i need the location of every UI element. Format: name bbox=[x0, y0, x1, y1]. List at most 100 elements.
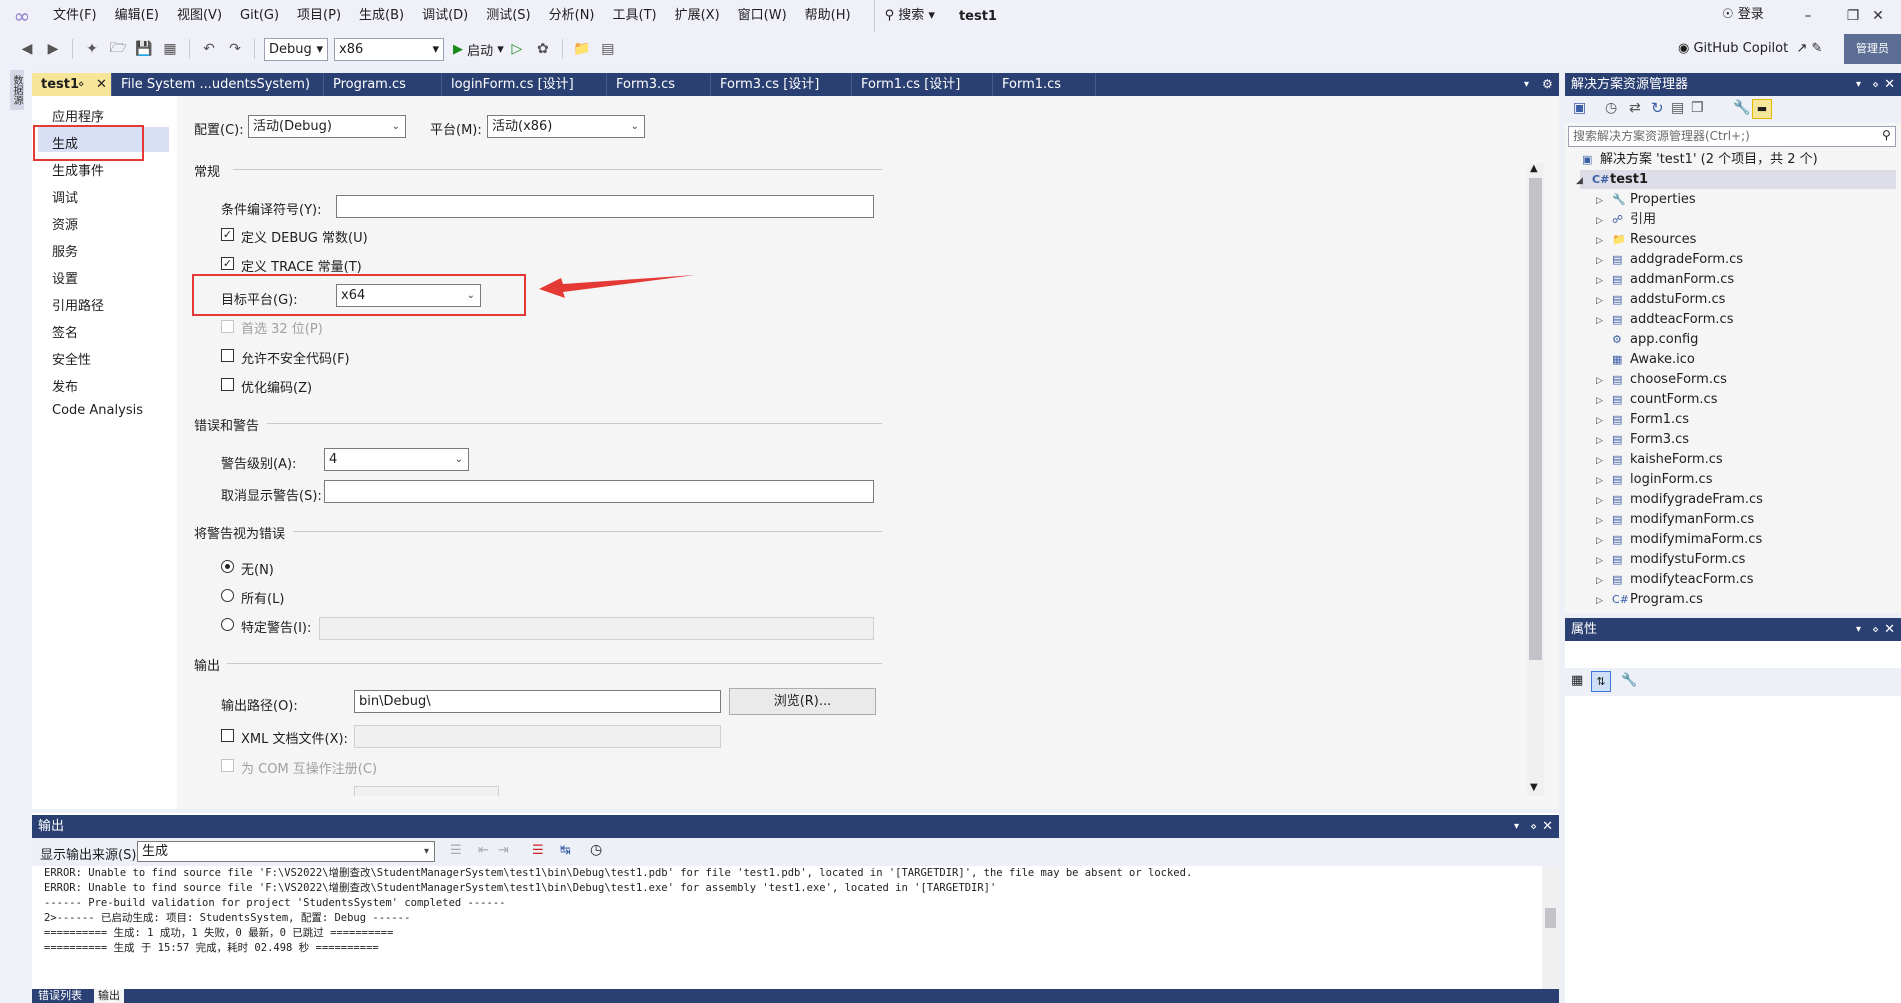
pin-icon[interactable]: ⋄ bbox=[1872, 618, 1879, 641]
nav-publish[interactable]: 发布 bbox=[52, 376, 78, 395]
scroll-down-icon[interactable]: ▼ bbox=[1530, 782, 1538, 793]
sync-icon[interactable]: ⇄ bbox=[1629, 100, 1641, 116]
expand-arrow-icon[interactable]: ▷ bbox=[1596, 591, 1612, 611]
close-icon[interactable]: ✕ bbox=[96, 73, 107, 96]
solution-search-input[interactable]: 搜索解决方案资源管理器(Ctrl+;) bbox=[1568, 126, 1896, 147]
tree-item[interactable]: ▷ ▤ modifygradeFram.cs bbox=[1596, 490, 1763, 510]
nav-resources[interactable]: 资源 bbox=[52, 214, 78, 233]
tree-solution-root[interactable]: ▣ 解决方案 'test1' (2 个项目，共 2 个) bbox=[1582, 150, 1818, 170]
expand-arrow-icon[interactable]: ▷ bbox=[1596, 391, 1612, 411]
menu-analyze[interactable]: 分析(N) bbox=[540, 0, 604, 32]
menu-help[interactable]: 帮助(H) bbox=[796, 0, 860, 32]
menu-edit[interactable]: 编辑(E) bbox=[106, 0, 168, 32]
tree-item[interactable]: ▷ ▤ addteacForm.cs bbox=[1596, 310, 1733, 330]
tree-item[interactable]: ▷ ▤ countForm.cs bbox=[1596, 390, 1717, 410]
tree-item[interactable]: ▷ ▤ chooseForm.cs bbox=[1596, 370, 1727, 390]
tree-item[interactable]: ▷ ▤ modifymanForm.cs bbox=[1596, 510, 1754, 530]
tree-item[interactable]: ▷ ▤ addstuForm.cs bbox=[1596, 290, 1725, 310]
nav-signing[interactable]: 签名 bbox=[52, 322, 78, 341]
expand-arrow-icon[interactable]: ▷ bbox=[1596, 431, 1612, 451]
tree-item[interactable]: ▷ ▤ Form1.cs bbox=[1596, 410, 1689, 430]
menu-extensions[interactable]: 扩展(X) bbox=[666, 0, 729, 32]
define-trace-checkbox[interactable]: ✓ bbox=[221, 257, 234, 270]
start-button[interactable]: ▶ 启动 ▾ bbox=[453, 40, 504, 59]
clock-icon[interactable]: ◷ bbox=[590, 842, 602, 858]
expand-arrow-icon[interactable]: ▷ bbox=[1596, 311, 1612, 331]
expand-arrow-icon[interactable]: ▷ bbox=[1596, 511, 1612, 531]
close-icon[interactable]: ✕ bbox=[1884, 618, 1895, 641]
expand-arrow-icon[interactable]: ▷ bbox=[1596, 471, 1612, 491]
expand-arrow-icon[interactable]: ▷ bbox=[1596, 551, 1612, 571]
warnings-none-radio[interactable] bbox=[221, 560, 234, 573]
cond-symbols-input[interactable] bbox=[336, 195, 874, 218]
optimize-checkbox[interactable] bbox=[221, 378, 234, 391]
tree-item[interactable]: ▷ ▤ loginForm.cs bbox=[1596, 470, 1712, 490]
nav-services[interactable]: 服务 bbox=[52, 241, 78, 260]
nav-settings[interactable]: 设置 bbox=[52, 268, 78, 287]
output-scrollbar-thumb[interactable] bbox=[1545, 908, 1556, 928]
menu-debug[interactable]: 调试(D) bbox=[413, 0, 477, 32]
output-source-select[interactable]: 生成 ▾ bbox=[137, 841, 435, 862]
tab-form1-design[interactable]: Form1.cs [设计] bbox=[852, 73, 993, 96]
switch-views-icon[interactable]: ▣ bbox=[1573, 100, 1586, 116]
tree-item[interactable]: ▷ ▤ addmanForm.cs bbox=[1596, 270, 1734, 290]
clear-all-icon[interactable]: ☰ bbox=[532, 843, 544, 858]
nav-build-events[interactable]: 生成事件 bbox=[52, 160, 104, 179]
expand-arrow-icon[interactable]: ▷ bbox=[1596, 191, 1612, 211]
tree-item[interactable]: ▷ ▤ Form3.cs bbox=[1596, 430, 1689, 450]
com-interop-checkbox[interactable] bbox=[221, 759, 234, 772]
tree-item[interactable]: ▷ ▤ kaisheForm.cs bbox=[1596, 450, 1723, 470]
next-message-icon[interactable]: ⇥ bbox=[498, 843, 509, 858]
nav-security[interactable]: 安全性 bbox=[52, 349, 91, 368]
find-message-icon[interactable]: ☰ bbox=[450, 843, 462, 858]
pin-icon[interactable]: ⋄ bbox=[1530, 815, 1537, 838]
expand-arrow-icon[interactable]: ▷ bbox=[1596, 271, 1612, 291]
refresh-icon[interactable]: ↻ bbox=[1651, 99, 1664, 117]
define-debug-checkbox[interactable]: ✓ bbox=[221, 228, 234, 241]
menu-project[interactable]: 项目(P) bbox=[288, 0, 350, 32]
platform-combo[interactable]: x86 ▾ bbox=[334, 37, 444, 61]
xml-doc-input[interactable] bbox=[354, 725, 721, 748]
tree-project-test1[interactable]: ◢ C#test1 bbox=[1576, 170, 1648, 190]
tab-output[interactable]: 输出 bbox=[94, 989, 124, 1003]
menu-file[interactable]: 文件(F) bbox=[44, 0, 106, 32]
menu-view[interactable]: 视图(V) bbox=[168, 0, 231, 32]
expand-arrow-icon[interactable]: ▷ bbox=[1596, 251, 1612, 271]
chevron-down-icon[interactable]: ▾ bbox=[1514, 815, 1519, 838]
tree-item[interactable]: ▷ 🔧 Properties bbox=[1596, 190, 1696, 210]
tree-item[interactable]: ▷ ▤ modifyteacForm.cs bbox=[1596, 570, 1754, 590]
expand-arrow-icon[interactable]: ▷ bbox=[1596, 291, 1612, 311]
menu-test[interactable]: 测试(S) bbox=[477, 0, 539, 32]
warnings-specific-radio[interactable] bbox=[221, 618, 234, 631]
expand-arrow-icon[interactable]: ▷ bbox=[1596, 211, 1612, 231]
expand-arrow-icon[interactable]: ▷ bbox=[1596, 411, 1612, 431]
tab-file-system[interactable]: File System ...udentsSystem) bbox=[112, 73, 324, 96]
expand-arrow-icon[interactable]: ▷ bbox=[1596, 451, 1612, 471]
prefer-32bit-checkbox[interactable] bbox=[221, 320, 234, 333]
specific-warnings-input[interactable] bbox=[319, 617, 874, 640]
redo-icon[interactable]: ↷ bbox=[224, 38, 246, 60]
tree-item[interactable]: ▷ ▤ modifymimaForm.cs bbox=[1596, 530, 1762, 550]
config-combo[interactable]: Debug ▾ bbox=[264, 37, 328, 61]
tab-form3-design[interactable]: Form3.cs [设计] bbox=[711, 73, 852, 96]
tree-item[interactable]: ▦ Awake.ico bbox=[1596, 350, 1695, 370]
suppress-warnings-input[interactable] bbox=[324, 480, 874, 503]
visual-studio-logo-icon[interactable]: ∞ bbox=[0, 0, 44, 32]
tab-test1[interactable]: test1 ⋄ ✕ bbox=[32, 73, 112, 96]
chevron-down-icon[interactable]: ▾ bbox=[1856, 73, 1861, 96]
xml-doc-checkbox[interactable] bbox=[221, 729, 234, 742]
nav-application[interactable]: 应用程序 bbox=[52, 106, 104, 125]
expand-arrow-icon[interactable]: ▷ bbox=[1596, 231, 1612, 251]
undo-icon[interactable]: ↶ bbox=[198, 38, 220, 60]
tab-error-list[interactable]: 错误列表 bbox=[34, 989, 86, 1003]
layout-icon[interactable]: ▤ bbox=[597, 38, 619, 60]
collapse-all-icon[interactable]: ▤ bbox=[1671, 100, 1684, 116]
scroll-up-icon[interactable]: ▲ bbox=[1530, 163, 1538, 174]
tab-program[interactable]: Program.cs bbox=[324, 73, 442, 96]
menu-build[interactable]: 生成(B) bbox=[350, 0, 413, 32]
tree-item[interactable]: ▷ ▤ addgradeForm.cs bbox=[1596, 250, 1743, 270]
chevron-down-icon[interactable]: ▾ bbox=[1856, 618, 1861, 641]
close-window-button[interactable]: ✕ bbox=[1855, 0, 1901, 32]
expand-arrow-icon[interactable]: ▷ bbox=[1596, 571, 1612, 591]
tree-item[interactable]: ▷ ☍ 引用 bbox=[1596, 210, 1656, 230]
